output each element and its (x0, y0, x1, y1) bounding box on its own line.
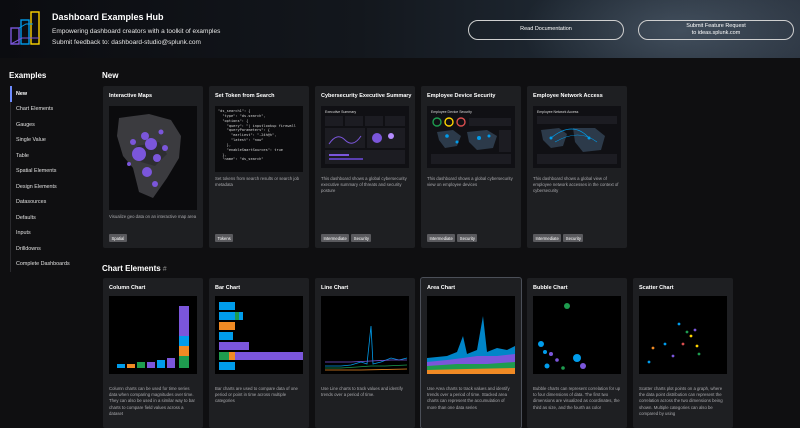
tag[interactable]: Security (351, 234, 372, 242)
tag[interactable]: Spatial (109, 234, 127, 242)
header-banner: Dashboard Examples Hub Empowering dashbo… (0, 0, 800, 58)
card-description: Visualize geo data on an interactive map… (109, 214, 197, 219)
card-description: This dashboard shows a global cybersecur… (427, 176, 513, 188)
card-title: Line Chart (321, 285, 349, 291)
bar-chart-preview (215, 296, 303, 374)
card-tags: Spatial (109, 234, 127, 242)
card-line-chart[interactable]: Line Chart Use Line charts to track valu… (315, 278, 415, 428)
card-tags: Intermediate Security (533, 234, 584, 242)
card-employee-device-security[interactable]: Employee Device Security Employee Device… (421, 86, 521, 248)
card-bubble-chart[interactable]: Bubble Chart Bubble charts can represent… (527, 278, 627, 428)
submit-feature-label: Submit Feature Request to ideas.splunk.co… (686, 22, 746, 36)
submit-feature-request-button[interactable]: Submit Feature Request to ideas.splunk.co… (638, 20, 794, 40)
sidebar-item-single-value[interactable]: Single Value (11, 133, 86, 149)
sidebar-item-datasources[interactable]: Datasources (11, 195, 86, 211)
card-title: Employee Device Security (427, 93, 496, 99)
svg-text:Employee Device Security: Employee Device Security (431, 110, 472, 114)
card-area-chart[interactable]: Area Chart Use Area charts to track valu… (420, 277, 522, 428)
card-description: This dashboard shows a global view of em… (533, 176, 619, 194)
read-documentation-button[interactable]: Read Documentation (468, 20, 624, 40)
card-description: Bubble charts can represent correlation … (533, 386, 621, 410)
sidebar-item-drilldowns[interactable]: Drilldowns (11, 241, 86, 257)
section-anchor-link[interactable]: # (163, 266, 167, 273)
read-documentation-label: Read Documentation (520, 26, 572, 33)
sidebar-item-table[interactable]: Table (11, 148, 86, 164)
svg-text:Employee Network Access: Employee Network Access (537, 110, 579, 114)
card-column-chart[interactable]: Column Chart Column charts can be used f… (103, 278, 203, 428)
card-employee-network-access[interactable]: Employee Network Access Employee Network… (527, 86, 627, 248)
card-description: This dashboard shows a global cybersecur… (321, 176, 407, 194)
card-title: Cybersecurity Executive Summary (321, 93, 412, 99)
card-description: Use Line charts to track values and iden… (321, 386, 403, 398)
sidebar-item-chart-elements[interactable]: Chart Elements (11, 102, 86, 118)
sidebar-item-new[interactable]: New (10, 86, 86, 102)
tag[interactable]: Intermediate (427, 234, 456, 242)
card-title: Interactive Maps (109, 93, 153, 99)
card-interactive-maps[interactable]: Interactive Maps Visualize geo data on a… (103, 86, 203, 248)
card-tags: Intermediate Security (427, 234, 478, 242)
tag[interactable]: Security (563, 234, 584, 242)
card-title: Set Token from Search (215, 93, 275, 99)
card-cybersecurity-executive-summary[interactable]: Cybersecurity Executive Summary Executiv… (315, 86, 415, 248)
card-description: Bar charts are used to compare data of o… (215, 386, 298, 404)
sidebar: Examples New Chart Elements Gauges Singl… (0, 58, 88, 425)
card-title: Column Chart (109, 285, 146, 291)
card-title: Area Chart (427, 285, 456, 291)
card-description: Use Area charts to track values and iden… (427, 386, 510, 410)
card-title: Employee Network Access (533, 93, 603, 99)
tag[interactable]: Tokens (215, 234, 234, 242)
dashboard-preview: Employee Device Security (427, 106, 515, 168)
card-tags: Intermediate Security (321, 234, 372, 242)
dashboard-hub-logo (10, 11, 40, 45)
svg-text:Executive Summary: Executive Summary (325, 110, 356, 114)
card-description: Scatter charts plot points on a graph, w… (639, 386, 723, 416)
sidebar-item-defaults[interactable]: Defaults (11, 210, 86, 226)
card-title: Scatter Chart (639, 285, 674, 291)
card-title: Bubble Chart (533, 285, 568, 291)
sidebar-item-gauges[interactable]: Gauges (11, 117, 86, 133)
dashboard-preview: Executive Summary (321, 106, 409, 168)
map-preview (109, 106, 197, 210)
scatter-chart-preview (639, 296, 727, 374)
dashboard-preview: Employee Network Access (533, 106, 621, 168)
bubble-chart-preview (533, 296, 621, 374)
card-scatter-chart[interactable]: Scatter Chart Scatter charts plot points… (633, 278, 733, 428)
sidebar-nav: New Chart Elements Gauges Single Value T… (10, 86, 86, 272)
column-chart-preview (109, 296, 197, 374)
sidebar-item-inputs[interactable]: Inputs (11, 226, 86, 242)
tag[interactable]: Intermediate (321, 234, 350, 242)
page-title: Dashboard Examples Hub (52, 12, 164, 22)
card-description: Column charts can be used for time serie… (109, 386, 195, 416)
card-title: Bar Chart (215, 285, 241, 291)
tag[interactable]: Intermediate (533, 234, 562, 242)
card-tags: Tokens (215, 234, 234, 242)
sidebar-item-design-elements[interactable]: Design Elements (11, 179, 86, 195)
tag[interactable]: Security (457, 234, 478, 242)
sidebar-item-spatial-elements[interactable]: Spatial Elements (11, 164, 86, 180)
line-chart-preview (321, 296, 409, 374)
card-description: Set tokens from search results or search… (215, 176, 300, 188)
code-block: "ds_search1": { "type": "ds.search", "op… (218, 109, 296, 162)
main-content: New Interactive Maps Visualize geo data … (88, 58, 800, 428)
code-preview: "ds_search1": { "type": "ds.search", "op… (215, 106, 303, 172)
sidebar-item-complete-dashboards[interactable]: Complete Dashboards (11, 257, 86, 273)
card-set-token-from-search[interactable]: Set Token from Search "ds_search1": { "t… (209, 86, 309, 248)
area-chart-preview (427, 296, 515, 374)
header-subtitle: Empowering dashboard creators with a too… (52, 28, 221, 35)
sidebar-title: Examples (9, 71, 47, 80)
section-title-chart-elements: Chart Elements # (102, 264, 167, 273)
feedback-text: Submit feedback to: dashboard-studio@spl… (52, 39, 201, 46)
section-title-new: New (102, 71, 119, 80)
card-bar-chart[interactable]: Bar Chart Bar charts are used to compare… (209, 278, 309, 428)
